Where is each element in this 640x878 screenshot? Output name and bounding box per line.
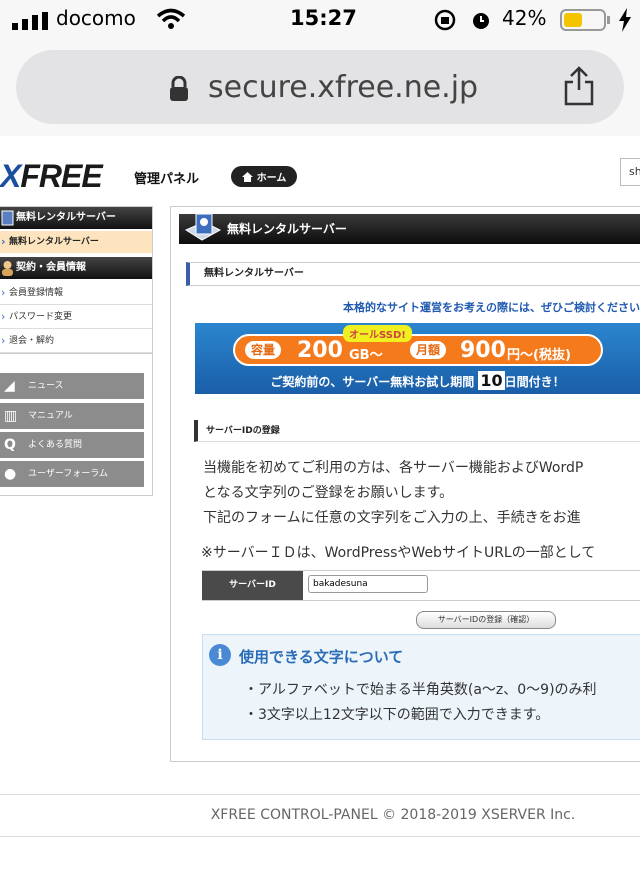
battery-icon — [560, 9, 610, 31]
book-icon: ▥ — [4, 408, 18, 424]
url-text[interactable]: secure.xfree.ne.jp — [208, 70, 478, 105]
carrier-name: docomo — [56, 6, 136, 30]
sidebar-head-rental: 無料レンタルサーバー — [0, 207, 152, 229]
sidebar-item-member-info[interactable]: 会員登録情報 — [0, 281, 152, 305]
info-line: ・アルファベットで始まる半角英数(a～z、0～9)のみ利 — [244, 682, 597, 698]
signal-icon — [12, 12, 48, 30]
footer-divider — [0, 836, 640, 837]
member-icon — [2, 261, 13, 276]
forum-button[interactable]: ● ユーザーフォーラム — [0, 461, 144, 487]
section-title: サーバーIDの登録 — [194, 420, 640, 442]
lock-icon — [170, 76, 188, 101]
megaphone-icon: ◢ — [4, 378, 15, 394]
server-id-note: ※サーバーＩＤは、WordPressやWebサイトURLの一部として — [201, 545, 596, 561]
server-id-label: サーバーID — [202, 571, 303, 600]
search-field-stub[interactable]: sh — [620, 158, 640, 186]
footer-copyright: XFREE CONTROL-PANEL © 2018-2019 XSERVER … — [210, 807, 576, 823]
banner-pill: 容量 200 GB～ 月額 900 円～(税抜) — [233, 334, 603, 366]
wifi-icon — [156, 8, 186, 29]
sub-title: 無料レンタルサーバー — [186, 262, 640, 286]
confirm-register-button[interactable]: サーバーIDの登録（確認） — [416, 611, 556, 629]
panel-label: 管理パネル — [134, 172, 200, 187]
description-line: 当機能を初めてご利用の方は、各サーバー機能およびWordP — [203, 460, 584, 476]
status-bar: docomo 15:27 42% — [0, 0, 640, 40]
manual-button[interactable]: ▥ マニュアル — [0, 403, 144, 429]
info-icon: i — [209, 644, 231, 666]
chat-bubbles-icon: ● — [4, 466, 17, 482]
faq-button[interactable]: Q よくある質問 — [0, 432, 144, 458]
charging-bolt-icon — [619, 8, 631, 32]
main-title: 無料レンタルサーバー — [179, 214, 640, 244]
ssd-badge: オールSSD! — [343, 325, 412, 342]
battery-percent: 42% — [502, 6, 547, 30]
sidebar-item-password[interactable]: パスワード変更 — [0, 305, 152, 329]
info-title: 使用できる文字について — [239, 648, 404, 666]
question-icon: Q — [4, 437, 16, 453]
sidebar-item-rental-server[interactable]: 無料レンタルサーバー — [0, 231, 152, 253]
alarm-icon — [473, 13, 489, 29]
server-id-input[interactable] — [308, 575, 428, 593]
clock-time: 15:27 — [290, 6, 357, 30]
server-id-form-row: サーバーID — [202, 570, 640, 601]
footer-divider — [0, 794, 640, 795]
banner-trial-text: ご契約前の、サーバー無料お試し期間 10 日間付き！ — [270, 371, 565, 390]
info-line: ・3文字以上12文字以下の範囲で入力できます。 — [244, 707, 550, 723]
sidebar: 無料レンタルサーバー 無料レンタルサーバー 契約・会員情報 会員登録情報 パスワ… — [0, 206, 153, 496]
home-icon — [241, 171, 253, 182]
server-icon — [184, 213, 222, 241]
xfree-logo[interactable]: XFREE — [0, 158, 103, 195]
share-icon[interactable] — [562, 66, 596, 106]
promo-text: 本格的なサイト運営をお考えの際には、ぜひご検討ください — [343, 301, 640, 314]
promo-banner[interactable]: 容量 200 GB～ 月額 900 円～(税抜) オールSSD! ご契約前の、サ… — [195, 323, 640, 394]
description-line: 下記のフォームに任意の文字列をご入力の上、手続きをお進 — [203, 510, 581, 526]
rotation-lock-icon — [434, 9, 456, 31]
news-button[interactable]: ◢ ニュース — [0, 373, 144, 399]
sidebar-item-cancel[interactable]: 退会・解約 — [0, 329, 152, 353]
sidebar-head-contract: 契約・会員情報 — [0, 257, 152, 279]
server-icon-small — [1, 210, 14, 226]
home-button[interactable]: ホーム — [231, 166, 297, 187]
description-line: となる文字列のご登録をお願いします。 — [203, 485, 454, 501]
